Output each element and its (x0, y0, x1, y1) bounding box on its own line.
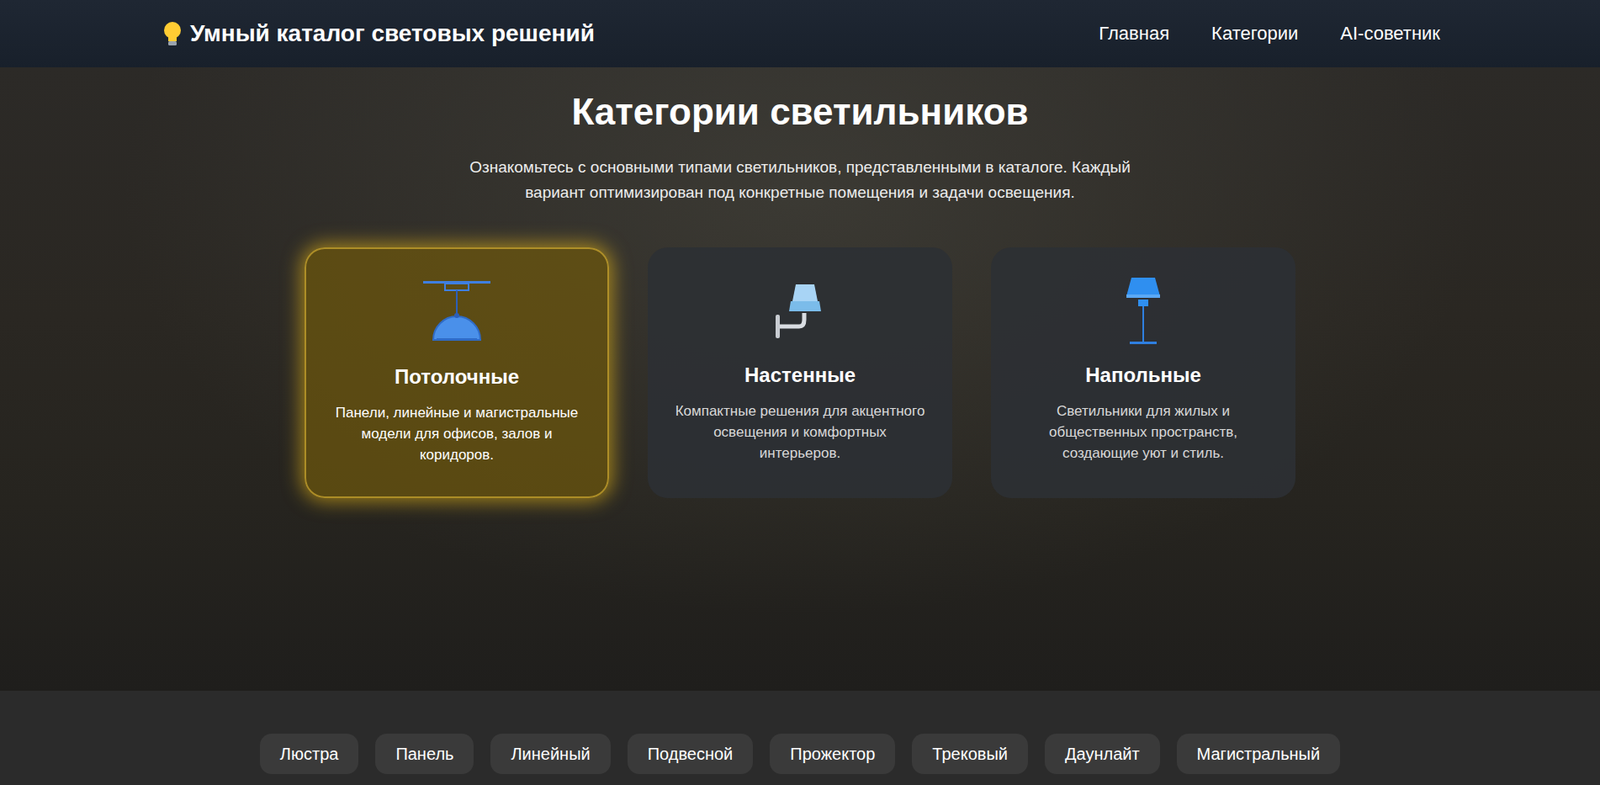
card-icon-box (418, 277, 495, 349)
filter-chip[interactable]: Даунлайт (1044, 733, 1161, 774)
hero-subtitle: Ознакомьтесь с основными типами светильн… (438, 154, 1162, 206)
card-title: Настенные (744, 363, 856, 387)
category-cards: Потолочные Панели, линейные и магистральн… (304, 247, 1296, 499)
filter-chip[interactable]: Прожектор (769, 733, 896, 774)
logo[interactable]: Умный каталог световых решений (161, 20, 595, 48)
card-description: Панели, линейные и магистральные модели … (329, 402, 584, 466)
logo-title: Умный каталог световых решений (190, 20, 595, 48)
wall-lamp-icon (770, 277, 830, 345)
filter-chip[interactable]: Панель (375, 733, 474, 774)
category-card[interactable]: Потолочные Панели, линейные и магистральн… (304, 247, 610, 499)
filter-chip[interactable]: Подвесной (627, 733, 754, 774)
ceiling-lamp-icon (421, 279, 493, 347)
card-title: Потолочные (394, 365, 520, 389)
filter-chip[interactable]: Люстра (259, 733, 360, 774)
floor-lamp-icon (1117, 275, 1169, 347)
filter-chip[interactable]: Магистральный (1176, 733, 1341, 774)
nav-link[interactable]: Категории (1211, 22, 1299, 45)
filter-bar: Люстра Панель Линейный Подвесной Прожектор Тр… (0, 690, 1600, 785)
nav-link[interactable]: AI-советник (1340, 22, 1441, 45)
card-icon-box (762, 275, 838, 347)
filter-chip[interactable]: Трековый (911, 733, 1028, 774)
page: Умный каталог световых решений Главная Кат… (0, 0, 1600, 785)
card-description: Светильники для жилых и общественных про… (1014, 400, 1272, 464)
card-description: Компактные решения для акцентного освеще… (671, 400, 929, 464)
category-card[interactable]: Настенные Компактные решения для акцентно… (647, 247, 953, 499)
hero-title: Категории светильников (571, 90, 1028, 133)
card-title: Напольные (1085, 363, 1202, 387)
filter-chip[interactable]: Линейный (490, 733, 610, 774)
category-card[interactable]: Напольные Светильники для жилых и обществ… (990, 247, 1296, 499)
card-icon-box (1105, 275, 1182, 347)
hero: Категории светильников Ознакомьтесь с осн… (0, 67, 1600, 691)
nav: Главная Категории AI-советник (1098, 22, 1441, 45)
bulb-icon (161, 20, 184, 48)
nav-link[interactable]: Главная (1098, 22, 1170, 45)
header: Умный каталог световых решений Главная Кат… (0, 0, 1600, 68)
